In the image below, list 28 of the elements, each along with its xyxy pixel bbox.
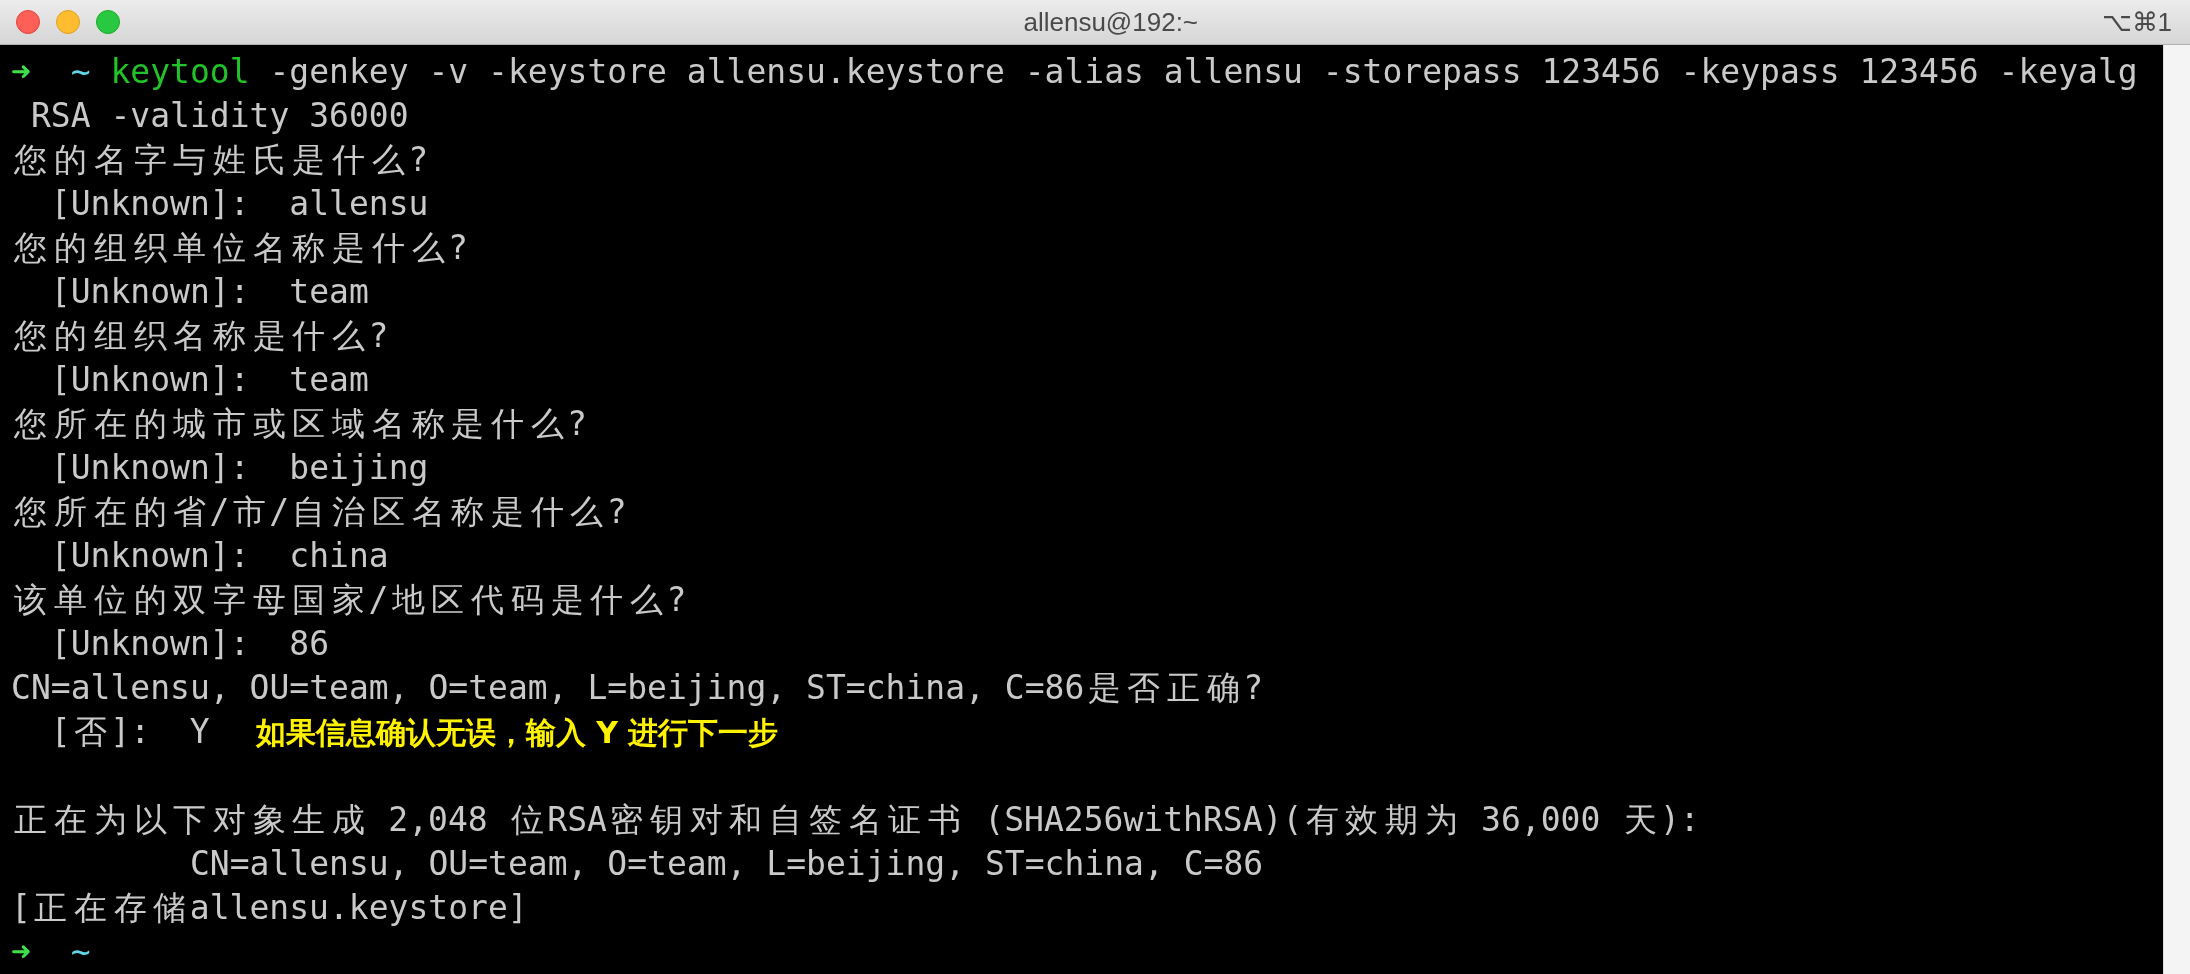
- scrollbar[interactable]: [2163, 45, 2190, 974]
- annotation-text: 如果信息确认无误，输入 Y 进行下一步: [255, 715, 779, 750]
- directory-text: ~: [69, 932, 91, 971]
- output-text: 您的名字与姓氏是什么?: [13, 140, 429, 179]
- output-text: 该单位的双字母国家/地区代码是什么?: [13, 580, 687, 619]
- minimize-button[interactable]: [56, 10, 80, 34]
- output-text: 您的组织单位名称是什么?: [13, 228, 468, 267]
- directory-text: ~: [69, 52, 92, 91]
- prompt-symbol: ➜: [11, 52, 31, 91]
- shortcut-label: ⌥⌘1: [2101, 6, 2172, 38]
- output-text: [正在存储allensu.keystore]: [11, 888, 528, 927]
- output-text: 您所在的省/市/自治区名称是什么?: [13, 492, 627, 531]
- output-text: 正在为以下对象生成 2,048 位RSA密钥对和自签名证书 (SHA256withRSA)(有效期为 36,000 天):: [13, 800, 1700, 839]
- output-text: 您所在的城市或区域名称是什么?: [13, 404, 587, 443]
- output-text: -genkey -v -keystore allensu.keystore -alias allensu -storepass 123456 -keypass 123456 -keyalg: [268, 52, 2138, 91]
- output-text: [Unknown]: team: [49, 272, 369, 311]
- output-text: [Unknown]: allensu: [49, 184, 429, 223]
- output-text: 您的组织名称是什么?: [13, 316, 389, 355]
- command-text: keytool: [110, 52, 250, 91]
- prompt-symbol: ➜: [11, 932, 31, 971]
- output-text: [Unknown]: team: [49, 360, 369, 399]
- close-button[interactable]: [16, 10, 40, 34]
- output-text: RSA -validity 36000: [29, 96, 409, 135]
- output-text: [Unknown]: china: [49, 536, 389, 575]
- output-text: [Unknown]: 86: [49, 624, 329, 663]
- output-text: [否]: Y: [49, 712, 210, 751]
- window-title: allensu@192:~: [1022, 6, 1200, 38]
- zoom-button[interactable]: [96, 10, 120, 34]
